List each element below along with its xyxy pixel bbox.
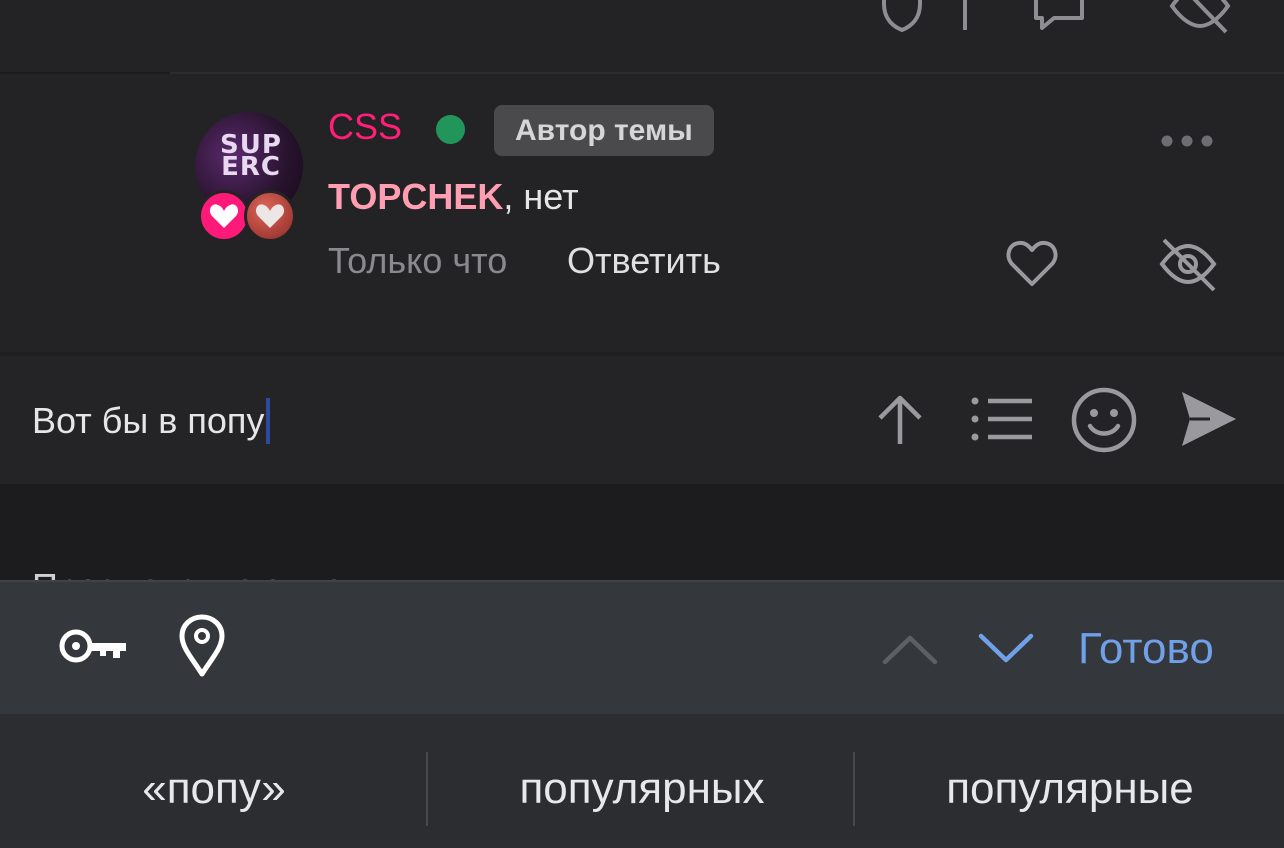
suggestion-divider (853, 752, 855, 826)
more-dots-icon[interactable] (1160, 134, 1216, 153)
suggestion-2[interactable]: популярных (428, 764, 856, 814)
suggestion-3[interactable]: популярные (856, 764, 1284, 814)
suggestion-1[interactable]: «попу» (0, 764, 428, 814)
topic-viewers-section: Просматривают тему (0, 484, 1284, 580)
avatar-logo: SUP ERC (220, 130, 282, 182)
smiley-icon[interactable] (1070, 386, 1138, 459)
composer-input[interactable]: Вот бы в попу (32, 398, 271, 444)
predictive-suggestions: «попу» популярных популярные (0, 714, 1284, 848)
username[interactable]: CSS (328, 106, 402, 148)
comment-item: SUP ERC CSS Автор темы TOPCHEK, нет Тольк… (0, 74, 1284, 352)
done-button[interactable]: Готово (1078, 624, 1214, 674)
list-icon[interactable] (970, 394, 1034, 449)
send-icon[interactable] (1180, 388, 1238, 455)
location-pin-icon[interactable] (178, 614, 226, 683)
mention[interactable]: TOPCHEK (328, 176, 503, 217)
hidden-eye-icon[interactable] (1158, 236, 1218, 297)
viewers-heading: Просматривают тему (32, 566, 387, 580)
author-badge: Автор темы (494, 105, 714, 156)
comment-time: Только что (328, 240, 508, 281)
shield-icon[interactable] (878, 0, 926, 34)
comment-text: TOPCHEK, нет (328, 176, 579, 218)
online-indicator (436, 115, 465, 144)
reply-button[interactable]: Ответить (567, 240, 721, 282)
previous-comment-actions (0, 0, 1284, 72)
composer-value: Вот бы в попу (32, 400, 265, 441)
hidden-eye-icon[interactable] (1168, 0, 1232, 36)
keyboard-accessory-bar: Готово (0, 580, 1284, 714)
reputation-badge (244, 190, 296, 242)
message-text: , нет (503, 176, 579, 217)
like-badge (198, 190, 250, 242)
heart-icon[interactable] (1004, 239, 1060, 294)
text-caret (266, 398, 271, 444)
chevron-down-icon[interactable] (978, 632, 1034, 669)
chevron-up-icon (882, 634, 938, 671)
key-icon[interactable] (58, 626, 130, 671)
comment-icon[interactable] (1028, 0, 1090, 36)
arrow-up-icon[interactable] (874, 392, 926, 453)
message-composer: Вот бы в попу (0, 356, 1284, 484)
count-icon (958, 0, 972, 34)
